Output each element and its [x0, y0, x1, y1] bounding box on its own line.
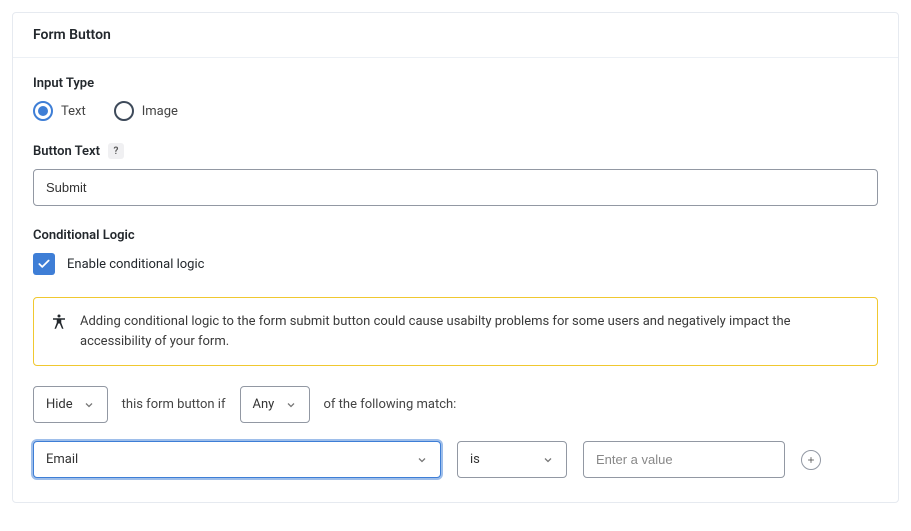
enable-conditional-row: Enable conditional logic [33, 253, 878, 275]
match-select[interactable]: Any [240, 386, 310, 423]
match-select-value: Any [253, 397, 275, 412]
logic-text-2: of the following match: [324, 397, 457, 412]
add-rule-button[interactable] [801, 450, 821, 470]
logic-sentence-row: Hide this form button if Any of the foll… [33, 386, 878, 423]
operator-select-value: is [470, 452, 480, 467]
operator-select[interactable]: is [457, 441, 567, 478]
input-type-label: Input Type [33, 76, 878, 91]
radio-text-circle [33, 101, 53, 121]
input-type-group: Text Image [33, 101, 878, 121]
button-text-label-row: Button Text ? [33, 143, 878, 159]
conditional-logic-label: Conditional Logic [33, 228, 878, 243]
logic-text-1: this form button if [122, 397, 226, 412]
accessibility-icon [50, 313, 68, 331]
radio-text-label: Text [61, 104, 86, 119]
chevron-down-icon [416, 454, 428, 466]
radio-text[interactable]: Text [33, 101, 86, 121]
warning-text: Adding conditional logic to the form sub… [80, 312, 861, 351]
button-text-input[interactable] [33, 169, 878, 206]
action-select-value: Hide [46, 397, 73, 412]
panel-body: Input Type Text Image Button Text ? Cond… [13, 58, 898, 502]
enable-conditional-checkbox[interactable] [33, 253, 55, 275]
radio-image-circle [114, 101, 134, 121]
field-select[interactable]: Email [33, 441, 441, 478]
chevron-down-icon [83, 399, 95, 411]
warning-box: Adding conditional logic to the form sub… [33, 297, 878, 366]
check-icon [37, 257, 51, 271]
button-text-label: Button Text [33, 144, 100, 159]
chevron-down-icon [542, 454, 554, 466]
panel-header: Form Button [13, 13, 898, 58]
form-button-panel: Form Button Input Type Text Image Button… [12, 12, 899, 503]
radio-image[interactable]: Image [114, 101, 178, 121]
chevron-down-icon [285, 399, 297, 411]
plus-icon [806, 455, 816, 465]
help-icon[interactable]: ? [108, 143, 124, 159]
enable-conditional-label: Enable conditional logic [67, 257, 204, 272]
radio-image-label: Image [142, 104, 178, 119]
value-input[interactable] [583, 441, 785, 478]
condition-row: Email is [33, 441, 878, 478]
action-select[interactable]: Hide [33, 386, 108, 423]
field-select-value: Email [46, 452, 78, 467]
